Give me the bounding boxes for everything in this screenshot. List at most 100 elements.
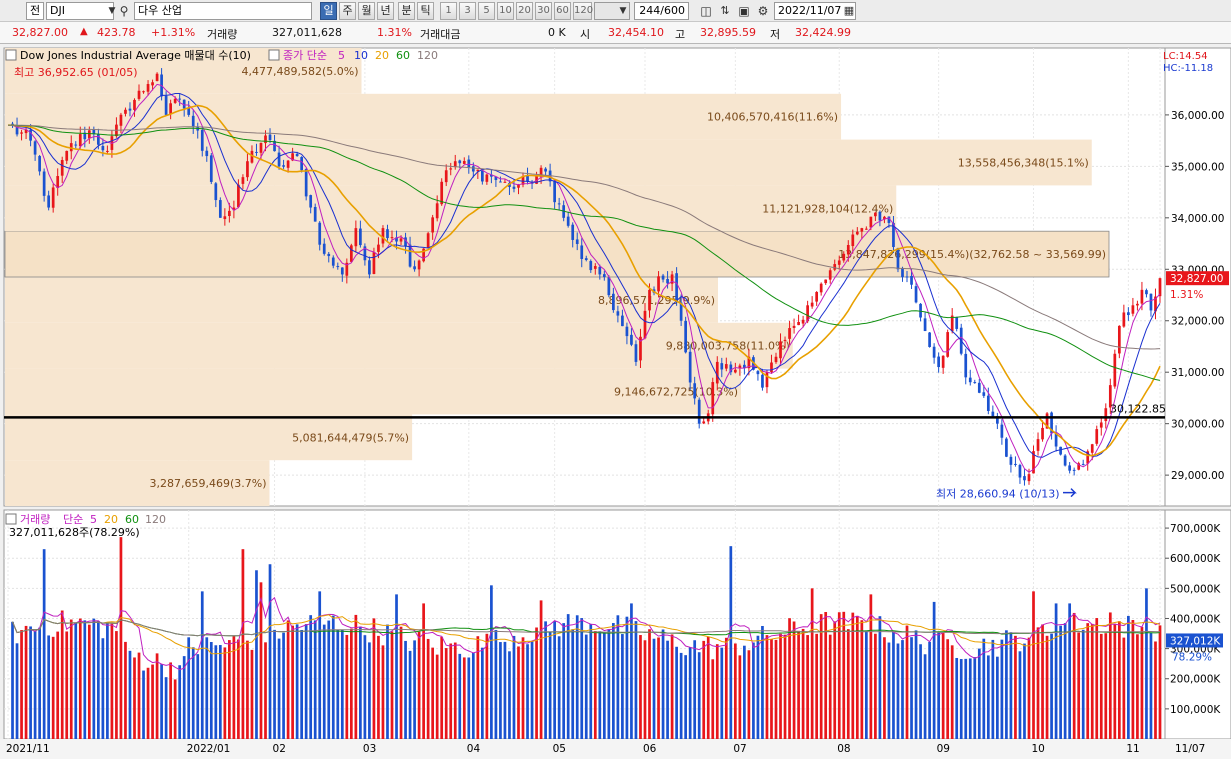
interval-120-button[interactable]: 120 [573, 2, 593, 20]
chart-title: Dow Jones Industrial Average 매물대 수(10) [20, 49, 251, 62]
interval-5-button[interactable]: 5 [478, 2, 495, 20]
period-week-button[interactable]: 주 [339, 2, 356, 20]
volume-bar [250, 649, 254, 739]
volume-bar [1050, 633, 1053, 739]
candle-body [381, 228, 385, 244]
volume-bar [783, 634, 787, 739]
candle-body [205, 150, 209, 157]
period-minute-button[interactable]: 분 [398, 2, 415, 20]
volume-bar [83, 620, 87, 739]
volume-bar [151, 664, 154, 739]
volume-pct: 1.31% [377, 26, 412, 39]
open-label: 시 [580, 28, 591, 41]
volume-bar [720, 647, 724, 739]
chevron-down-icon[interactable]: ▼ [614, 2, 632, 20]
volume-bar [444, 648, 448, 739]
ma-20-legend: 20 [375, 49, 389, 62]
volume-bar [761, 625, 764, 739]
volume-bar [743, 645, 746, 739]
candle-body [1127, 312, 1130, 316]
lc-label: LC:14.54 [1163, 51, 1208, 62]
volume-panel[interactable] [3, 509, 1166, 740]
volume-bar [571, 629, 575, 739]
candle-body [801, 319, 805, 324]
candle-body [119, 114, 123, 126]
period-month-button[interactable]: 월 [358, 2, 375, 20]
interval-20-button[interactable]: 20 [516, 2, 533, 20]
volume-legend-checkbox[interactable] [5, 513, 17, 525]
low-annotation: 최저 28,660.94 (10/13) [936, 488, 1060, 501]
volume-bar [684, 655, 688, 739]
volume-bar [422, 603, 425, 739]
volume-bar [670, 634, 674, 739]
volume-bar [675, 646, 678, 739]
period-year-button[interactable]: 년 [377, 2, 394, 20]
volume-profile-label: 10,406,570,416(11.6%) [707, 111, 838, 124]
ma-legend-checkbox[interactable] [268, 49, 280, 61]
volume-bar [273, 629, 276, 739]
chart-type-icon[interactable]: ◫ [697, 2, 715, 20]
volume-bar [602, 632, 606, 739]
calendar-icon[interactable]: ▦ [840, 2, 858, 20]
candle-body [304, 169, 308, 197]
candle-body [214, 183, 218, 201]
volume-bar [711, 659, 715, 739]
period-tick-button[interactable]: 틱 [417, 2, 434, 20]
candle-body [612, 293, 615, 311]
volume-bar [950, 645, 954, 739]
interval-30-button[interactable]: 30 [535, 2, 552, 20]
save-icon[interactable]: ▣ [735, 2, 753, 20]
candle-body [914, 286, 918, 303]
volume-bar [1032, 591, 1035, 739]
interval-1-button[interactable]: 1 [440, 2, 457, 20]
candle-body [946, 332, 950, 357]
volume-bar [756, 635, 760, 739]
chart-compare-icon[interactable]: ⇅ [716, 2, 734, 20]
magnifier-icon[interactable]: ⚲ [115, 2, 133, 20]
candle-body [869, 216, 873, 228]
interval-60-button[interactable]: 60 [554, 2, 571, 20]
candle-body [824, 279, 828, 284]
volume-bar [955, 657, 959, 739]
legend-checkbox[interactable] [5, 49, 17, 61]
market-selector[interactable]: 전 [26, 2, 44, 20]
candle-body [1009, 456, 1013, 465]
candle-body [1072, 469, 1076, 471]
candle-body [630, 334, 633, 345]
volume-bar [738, 655, 742, 739]
candle-body [910, 275, 913, 285]
candle-body [711, 382, 715, 415]
candle-body [864, 228, 868, 230]
volume-bar [349, 628, 353, 739]
volume-bar [368, 642, 371, 739]
date-tick-label: 07 [733, 743, 746, 755]
volume-bar [499, 642, 502, 739]
candle-body [503, 181, 507, 183]
interval-10-button[interactable]: 10 [497, 2, 514, 20]
volume-bar [806, 635, 809, 739]
candle-body [128, 108, 132, 111]
volume-bar [959, 659, 963, 739]
interval-3-button[interactable]: 3 [459, 2, 476, 20]
price-volume-chart[interactable]: 3,287,659,469(3.7%)5,081,644,479(5.7%)9,… [0, 44, 1231, 759]
volume-bar [557, 636, 561, 739]
candle-body [78, 134, 82, 147]
gear-icon[interactable]: ⚙ [754, 2, 772, 20]
volume-bar [688, 647, 692, 739]
candle-body [901, 268, 904, 278]
volume-profile-label: 5,081,644,479(5.7%) [292, 431, 409, 444]
candle-body [544, 168, 547, 172]
volume-bar [1145, 588, 1148, 739]
date-tick-label: 06 [643, 743, 657, 755]
candle-body [322, 243, 326, 254]
period-day-button[interactable]: 일 [320, 2, 337, 20]
volume-bar [47, 635, 51, 739]
bar-count-field[interactable]: 244/600 [634, 2, 689, 20]
volume-bar [1117, 621, 1121, 739]
candle-body [471, 166, 475, 172]
candle-body [589, 261, 593, 271]
candle-body [241, 177, 245, 184]
volume-bar [490, 585, 493, 739]
volume-bar [300, 629, 304, 739]
candle-body [499, 181, 502, 183]
